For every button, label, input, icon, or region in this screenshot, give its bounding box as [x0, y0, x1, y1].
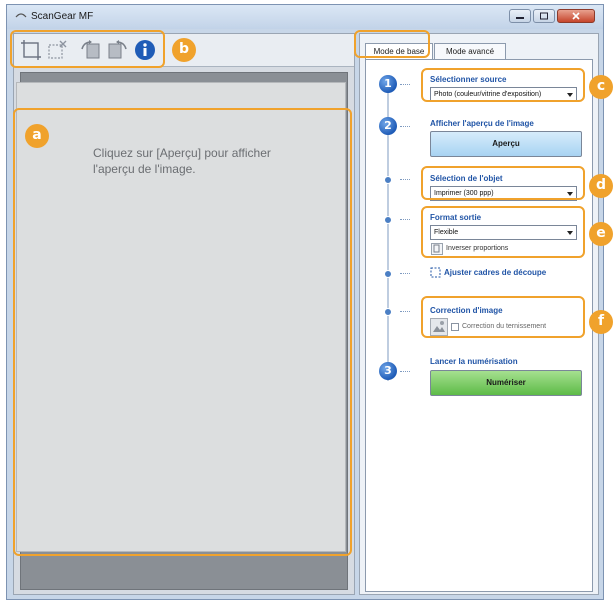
- adjust-crop-link[interactable]: Ajuster cadres de découpe: [444, 268, 546, 277]
- step-1-badge: 1: [379, 75, 397, 93]
- callout-badge-a: a: [25, 124, 49, 148]
- close-icon: [572, 12, 580, 20]
- step-divider: [400, 311, 410, 312]
- title-bar: ScanGear MF: [7, 5, 603, 29]
- callout-badge-e: e: [589, 222, 613, 246]
- minimize-button[interactable]: [509, 9, 531, 23]
- callout-box-basic-tab: [354, 30, 430, 58]
- crop-frame-icon: [430, 267, 441, 278]
- step-divider: [400, 84, 410, 85]
- step-dot: [384, 270, 392, 278]
- close-button[interactable]: [557, 9, 595, 23]
- callout-box-format: [421, 206, 585, 258]
- callout-badge-d: d: [589, 174, 613, 198]
- step-2-badge: 2: [379, 117, 397, 135]
- step-divider: [400, 179, 410, 180]
- callout-box-object: [421, 166, 585, 200]
- maximize-icon: [540, 12, 548, 20]
- step-divider: [400, 219, 410, 220]
- step-divider: [400, 273, 410, 274]
- start-scan-heading: Lancer la numérisation: [430, 357, 518, 366]
- callout-badge-f: f: [589, 310, 613, 334]
- callout-badge-b: b: [172, 38, 196, 62]
- step-dot: [384, 216, 392, 224]
- window-title: ScanGear MF: [31, 11, 94, 22]
- callout-badge-c: c: [589, 75, 613, 99]
- step-dot: [384, 176, 392, 184]
- callout-box-source: [421, 68, 585, 102]
- step-divider: [400, 126, 410, 127]
- callout-box-preview: [13, 108, 352, 556]
- preview-image-heading: Afficher l'aperçu de l'image: [430, 119, 534, 128]
- minimize-icon: [516, 17, 524, 19]
- scan-button[interactable]: Numériser: [430, 370, 582, 396]
- step-divider: [400, 371, 410, 372]
- step-dot: [384, 308, 392, 316]
- app-icon: [15, 13, 27, 18]
- callout-box-toolbar: [10, 30, 165, 68]
- tab-advanced-mode[interactable]: Mode avancé: [434, 43, 506, 59]
- window-controls: [509, 9, 595, 23]
- step-3-badge: 3: [379, 362, 397, 380]
- maximize-button[interactable]: [533, 9, 555, 23]
- callout-box-correction: [421, 296, 585, 338]
- preview-button[interactable]: Aperçu: [430, 131, 582, 157]
